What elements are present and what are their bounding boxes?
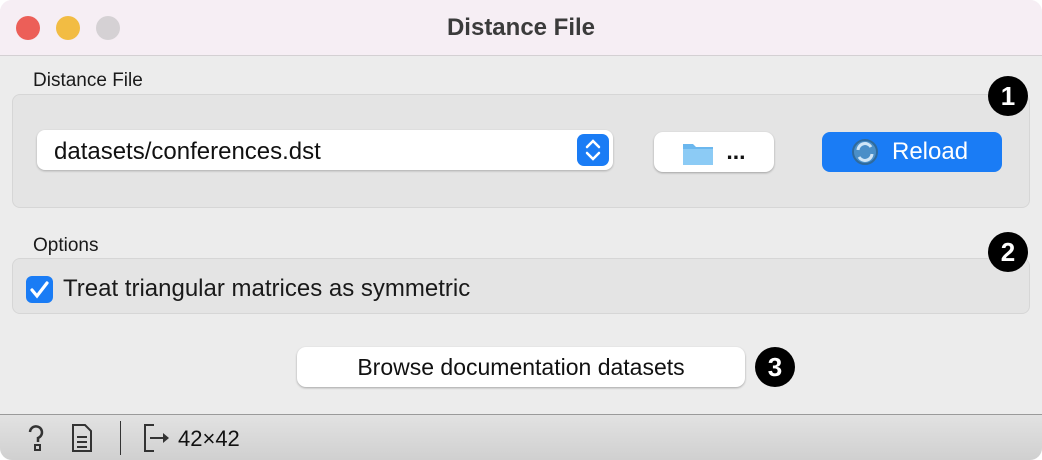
chevron-updown-icon [577,134,609,166]
reload-icon [852,139,878,165]
reload-label: Reload [892,138,969,165]
title-bar: Distance File [0,0,1042,56]
reload-button[interactable]: Reload [822,132,1002,172]
file-select[interactable]: datasets/conferences.dst [37,130,613,170]
window-title: Distance File [446,14,596,41]
output-summary: 42×42 [178,426,240,451]
symmetric-checkbox[interactable] [26,276,53,303]
symmetric-checkbox-label[interactable]: Treat triangular matrices as symmetric [63,275,470,303]
window: Distance File Distance File datasets/con… [0,0,1042,460]
marker-1: 1 [988,76,1028,116]
marker-3: 3 [755,347,795,387]
options-label: Options [33,235,99,256]
file-select-value: datasets/conferences.dst [54,138,321,165]
browse-file-button[interactable]: ... [654,132,774,172]
output-icon [144,424,169,452]
marker-2: 2 [988,232,1028,272]
browse-file-label: ... [726,138,746,164]
report-icon[interactable] [70,423,94,453]
status-divider [120,421,121,455]
checkmark-icon [30,281,49,299]
help-icon[interactable] [24,423,48,453]
distance-file-label: Distance File [33,70,143,91]
status-bar: 42×42 [0,414,1042,460]
folder-icon [683,143,714,165]
browse-docs-button[interactable]: Browse documentation datasets [297,347,745,387]
